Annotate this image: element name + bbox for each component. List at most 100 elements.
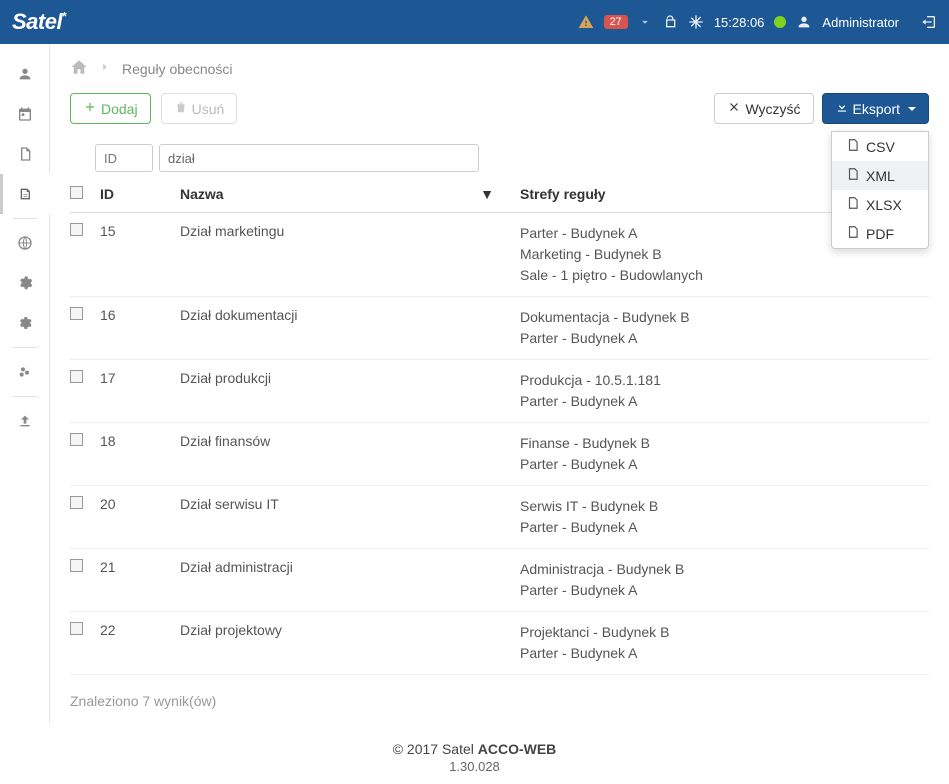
table-row[interactable]: 15 Dział marketingu Parter - Budynek AMa… [70,213,929,297]
breadcrumb: Reguły obecności [70,58,929,79]
sidebar-item-gear[interactable] [0,303,50,343]
table-row[interactable]: 18 Dział finansów Finanse - Budynek BPar… [70,423,929,486]
sidebar-item-calendar[interactable] [0,94,50,134]
export-xlsx-label: XLSX [866,197,902,213]
table-row[interactable]: 17 Dział produkcji Produkcja - 10.5.1.18… [70,360,929,423]
sidebar-separator [13,218,37,219]
zone-value: Parter - Budynek A [520,454,923,475]
table-row[interactable]: 20 Dział serwisu IT Serwis IT - Budynek … [70,486,929,549]
export-xml[interactable]: XML [832,161,928,190]
row-checkbox[interactable] [70,622,83,635]
cell-name: Dział serwisu IT [180,486,520,549]
data-table: ID Nazwa ▼ Strefy reguły 15 Dział market… [70,176,929,675]
add-button-label: Dodaj [101,101,138,117]
column-header-name[interactable]: Nazwa ▼ [180,176,520,213]
column-header-id[interactable]: ID [100,176,180,213]
filter-row [70,144,929,172]
clear-button-label: Wyczyść [745,101,800,117]
zone-value: Finanse - Budynek B [520,433,923,454]
caret-down-icon [908,107,916,111]
footer-version: 1.30.028 [0,759,949,774]
footer: © 2017 Satel ACCO-WEB 1.30.028 [0,723,949,784]
zone-value: Parter - Budynek A [520,391,923,412]
download-icon [835,100,849,117]
export-pdf[interactable]: PDF [832,219,928,248]
cell-zones: Dokumentacja - Budynek BParter - Budynek… [520,297,929,360]
row-checkbox[interactable] [70,223,83,236]
footer-appname: ACCO-WEB [478,741,557,757]
cell-name: Dział administracji [180,549,520,612]
table-row[interactable]: 16 Dział dokumentacji Dokumentacja - Bud… [70,297,929,360]
sidebar-item-rules[interactable] [0,174,50,214]
row-checkbox[interactable] [70,559,83,572]
logout-icon[interactable] [921,14,937,30]
row-checkbox[interactable] [70,496,83,509]
cell-id: 21 [100,549,180,612]
cell-name: Dział projektowy [180,612,520,675]
alert-count-badge[interactable]: 27 [604,15,628,29]
delete-button[interactable]: Usuń [161,93,238,124]
file-icon [846,167,860,184]
breadcrumb-separator-icon [98,60,112,77]
footer-copyright: © 2017 Satel [393,741,478,757]
row-checkbox[interactable] [70,307,83,320]
cell-name: Dział finansów [180,423,520,486]
cell-zones: Projektanci - Budynek BParter - Budynek … [520,612,929,675]
cell-id: 22 [100,612,180,675]
sidebar-item-gears[interactable] [0,263,50,303]
sidebar [0,44,50,723]
export-csv[interactable]: CSV [832,132,928,161]
export-button-label: Eksport [853,101,900,117]
result-count: Znaleziono 7 wynik(ów) [70,693,929,709]
clear-button[interactable]: Wyczyść [714,93,813,124]
table-row[interactable]: 22 Dział projektowy Projektanci - Budyne… [70,612,929,675]
breadcrumb-current: Reguły obecności [122,61,233,77]
sidebar-item-users[interactable] [0,54,50,94]
username-label[interactable]: Administrator [822,15,899,30]
cell-id: 16 [100,297,180,360]
cell-zones: Administracja - Budynek BParter - Budyne… [520,549,929,612]
home-icon[interactable] [70,58,88,79]
cell-name: Dział dokumentacji [180,297,520,360]
cell-id: 15 [100,213,180,297]
status-indicator [774,16,786,28]
zone-value: Projektanci - Budynek B [520,622,923,643]
sidebar-item-devices[interactable] [0,352,50,392]
cell-id: 20 [100,486,180,549]
select-all-checkbox[interactable] [70,186,83,199]
zone-value: Sale - 1 piętro - Budowlanych [520,265,923,286]
zone-value: Administracja - Budynek B [520,559,923,580]
chevron-down-icon[interactable] [638,15,652,29]
sort-indicator-icon: ▼ [480,186,494,202]
topbar-right: 27 15:28:06 Administrator [578,14,937,30]
filter-id-input[interactable] [95,144,153,172]
export-button[interactable]: Eksport [822,93,929,124]
export-xlsx[interactable]: XLSX [832,190,928,219]
sidebar-item-globe[interactable] [0,223,50,263]
cell-name: Dział marketingu [180,213,520,297]
unlock-icon[interactable] [662,14,678,30]
sidebar-item-upload[interactable] [0,401,50,441]
row-checkbox[interactable] [70,370,83,383]
trash-icon [174,100,188,117]
cell-id: 17 [100,360,180,423]
content-area: Reguły obecności Dodaj Usuń Wyczyść [50,44,949,723]
plus-icon [83,100,97,117]
delete-button-label: Usuń [192,101,225,117]
cell-zones: Produkcja - 10.5.1.181Parter - Budynek A [520,360,929,423]
zone-value: Serwis IT - Budynek B [520,496,923,517]
sidebar-item-documents[interactable] [0,134,50,174]
export-pdf-label: PDF [866,226,894,242]
filter-name-input[interactable] [159,144,479,172]
table-row[interactable]: 21 Dział administracji Administracja - B… [70,549,929,612]
warning-icon[interactable] [578,14,594,30]
add-button[interactable]: Dodaj [70,93,151,124]
cell-zones: Finanse - Budynek BParter - Budynek A [520,423,929,486]
sidebar-separator [13,347,37,348]
sidebar-separator [13,396,37,397]
file-icon [846,138,860,155]
zone-value: Produkcja - 10.5.1.181 [520,370,923,391]
snowflake-icon[interactable] [688,14,704,30]
row-checkbox[interactable] [70,433,83,446]
brand-logo: Satel* [12,9,66,35]
